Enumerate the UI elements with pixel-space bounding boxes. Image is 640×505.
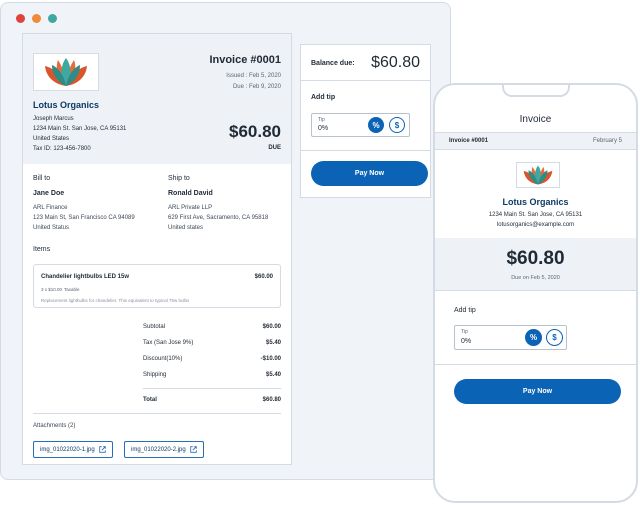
balance-amount: $60.80 [371, 54, 420, 71]
invoice-header: Invoice #0001 Issued : Feb 5, 2020 Due :… [23, 34, 291, 164]
external-link-icon [98, 446, 106, 453]
ship-to-company: ARL Private LLP [168, 205, 213, 211]
items-title: Items [33, 246, 51, 253]
bill-to-address: ARL Finance 123 Main St, San Francisco C… [33, 203, 135, 233]
close-dot[interactable] [16, 14, 25, 23]
attachment-link[interactable]: img_01022020-1.jpg [33, 441, 113, 458]
tip-label: Tip [318, 117, 325, 123]
bill-to-country: United Status [33, 225, 70, 231]
invoice-card: Invoice #0001 Issued : Feb 5, 2020 Due :… [22, 33, 292, 465]
attachment-name: img_01022020-2.jpg [131, 446, 186, 453]
dollar-button[interactable]: $ [389, 117, 405, 133]
tip-value: 0% [318, 125, 329, 132]
summary-value: $5.40 [265, 372, 281, 378]
bill-to-title: Bill to [33, 175, 51, 182]
due-label: DUE [268, 145, 281, 151]
summary-row: Shipping $5.40 [143, 372, 281, 378]
item-price: $60.00 [254, 274, 273, 280]
company-logo [33, 53, 99, 91]
balance-label: Balance due: [311, 60, 355, 67]
summary-value: -$10.00 [260, 356, 281, 362]
desktop-window: Invoice #0001 Issued : Feb 5, 2020 Due :… [0, 2, 451, 480]
phone-invoice-bar: Invoice #0001 February 5 [435, 132, 636, 150]
phone-tip-input[interactable]: Tip 0% % $ [454, 325, 567, 350]
item-description: Replacement lightbulbs for chandelier. T… [41, 298, 190, 303]
ship-to-name: Ronald David [168, 190, 213, 197]
summary-label: Discount(10%) [143, 356, 183, 362]
phone-invoice-date: February 5 [592, 138, 622, 144]
summary-divider [143, 388, 281, 389]
phone-company-address: 1234 Main St. San Jose, CA 95131 [488, 212, 583, 218]
divider [435, 290, 636, 291]
company-address: Joseph Marcus 1234 Main St. San Jose, CA… [33, 114, 126, 154]
summary-label: Shipping [143, 372, 167, 378]
ship-to-address: ARL Private LLP 629 First Ave, Sacrament… [168, 203, 268, 233]
add-tip-title: Add tip [311, 94, 336, 101]
total-value: $60.80 [262, 397, 281, 403]
minimize-dot[interactable] [32, 14, 41, 23]
divider [301, 80, 430, 81]
phone-tip-value: 0% [461, 338, 472, 345]
item-qty: 3 x $10.00 [41, 287, 63, 292]
summary-row: Subtotal $60.00 [143, 324, 281, 330]
summary-value: $60.00 [262, 324, 281, 330]
bill-to-name: Jane Doe [33, 190, 65, 197]
line-item: Chandelier lightbulbs LED 15w $60.00 3 x… [33, 264, 281, 308]
invoice-number: Invoice #0001 [209, 54, 281, 66]
phone-amount-panel: $60.80 Due on Feb 5, 2020 [435, 238, 636, 290]
phone-pay-now-button[interactable]: Pay Now [454, 379, 621, 404]
phone-dollar-button[interactable]: $ [546, 329, 563, 346]
attachments-divider [33, 413, 281, 414]
divider [435, 364, 636, 365]
issued-date: Issued : Feb 5, 2020 [226, 73, 281, 79]
summary-row: Discount(10%) -$10.00 [143, 356, 281, 362]
phone-amount: $60.80 [506, 248, 565, 269]
contact-name: Joseph Marcus [33, 116, 74, 122]
phone-company-name: Lotus Organics [502, 197, 569, 207]
phone-notch [501, 85, 570, 97]
window-controls [16, 14, 57, 23]
phone-company-logo [516, 162, 560, 188]
bill-to-street: 123 Main St, San Francisco CA 94089 [33, 215, 135, 221]
phone-title: Invoice [519, 114, 552, 125]
invoice-amount: $60.80 [229, 122, 281, 141]
external-link-icon [189, 446, 197, 453]
total-row: Total $60.80 [143, 397, 281, 403]
phone-percent-button[interactable]: % [525, 329, 542, 346]
attachments-title: Attachments (2) [33, 423, 76, 429]
country: United States [33, 136, 70, 142]
bill-to-company: ARL Finance [33, 205, 68, 211]
lotus-logo-icon [523, 165, 553, 185]
maximize-dot[interactable] [48, 14, 57, 23]
phone-company-email: lotusorganics@example.com [496, 222, 575, 228]
total-label: Total [143, 397, 157, 403]
balance-card: Balance due: $60.80 Add tip Tip 0% % $ P… [300, 44, 431, 198]
lotus-logo-icon [45, 58, 87, 86]
phone-add-tip-title: Add tip [454, 307, 476, 314]
divider [301, 150, 430, 151]
summary-value: $5.40 [265, 340, 281, 346]
ship-to-street: 629 First Ave, Sacramento, CA 95818 [168, 215, 269, 221]
invoice-dates: Issued : Feb 5, 2020 Due : Feb 9, 2020 [226, 71, 281, 93]
tax-id: Tax ID: 123-456-7800 [33, 146, 91, 152]
summary-label: Tax (San Jose 9%) [143, 340, 194, 346]
address-line: 1234 Main St. San Jose, CA 95131 [33, 126, 127, 132]
attachment-link[interactable]: img_01022020-2.jpg [124, 441, 204, 458]
due-date: Due : Feb 9, 2020 [232, 84, 281, 90]
attachment-name: img_01022020-1.jpg [40, 446, 95, 453]
ship-to-country: United states [168, 225, 204, 231]
phone-invoice-number: Invoice #0001 [449, 138, 489, 144]
phone-due-date: Due on Feb 5, 2020 [511, 275, 560, 281]
phone-tip-label: Tip [461, 329, 468, 335]
item-tax: Taxable [64, 287, 80, 292]
item-name: Chandelier lightbulbs LED 15w [41, 274, 130, 280]
tip-input[interactable]: Tip 0% % $ [311, 113, 410, 137]
summary-row: Tax (San Jose 9%) $5.40 [143, 340, 281, 346]
company-name: Lotus Organics [33, 100, 100, 110]
phone-mockup: Invoice Invoice #0001 February 5 Lotus O… [433, 83, 638, 503]
pay-now-button[interactable]: Pay Now [311, 161, 428, 186]
percent-button[interactable]: % [368, 117, 384, 133]
summary-label: Subtotal [143, 324, 166, 330]
ship-to-title: Ship to [168, 175, 190, 182]
